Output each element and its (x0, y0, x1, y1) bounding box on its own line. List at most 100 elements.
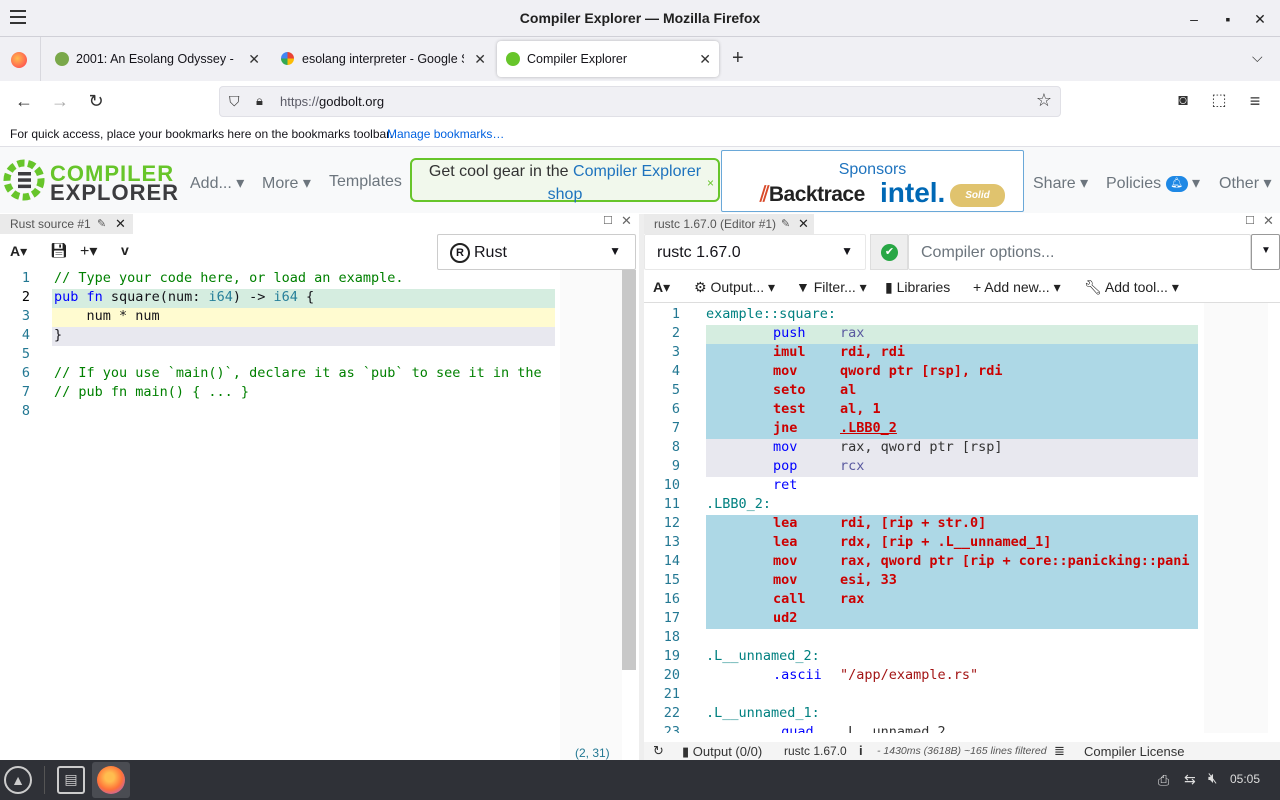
shop-link[interactable]: Compiler Explorer (573, 163, 701, 180)
list-all-tabs-icon[interactable]: ⌵ (1252, 49, 1263, 66)
compiler-pane-tab[interactable]: rustc 1.67.0 (Editor #1) ✎ ✕ (644, 214, 814, 234)
tab-esolang-odyssey[interactable]: 2001: An Esolang Odyssey - Es ✕ (46, 41, 268, 77)
more-menu[interactable]: More ▾ (262, 173, 311, 193)
shop-promo-banner[interactable]: Get cool gear in the Compiler Explorer s… (410, 158, 720, 203)
asm-instruction[interactable]: mov (773, 572, 797, 588)
minimap[interactable] (1204, 303, 1268, 733)
backtrace-logo[interactable]: ⫽Backtrace (760, 183, 865, 207)
tab-compiler-explorer[interactable]: Compiler Explorer ✕ (497, 41, 719, 77)
output-menu[interactable]: ⚙ Output... ▾ (694, 279, 775, 296)
new-tab-button[interactable]: + (732, 47, 744, 70)
close-tab-icon[interactable]: ✕ (248, 41, 260, 77)
pocket-icon[interactable]: ◙ (1172, 90, 1194, 112)
policies-menu[interactable]: Policies 🔔︎ ▾ (1106, 173, 1200, 193)
compile-success-icon[interactable]: ✔ (870, 234, 908, 270)
templates-link[interactable]: Templates (329, 173, 402, 191)
asm-operands[interactable]: rax (840, 591, 864, 607)
app-menu-icon[interactable]: ≡ (1244, 90, 1266, 112)
url-text[interactable]: https://godbolt.org (280, 94, 384, 109)
minimap[interactable] (560, 270, 622, 760)
firefox-taskbar-icon[interactable] (92, 762, 130, 798)
asm-instruction[interactable]: test (773, 401, 806, 417)
add-menu[interactable]: Add... ▾ (190, 173, 244, 193)
save-icon[interactable]: 💾︎ (50, 242, 68, 259)
bookmark-star-icon[interactable]: ☆ (1036, 90, 1052, 111)
source-pane-tab[interactable]: Rust source #1 ✎ ✕ (0, 214, 133, 234)
asm-operands[interactable]: "/app/example.rs" (840, 667, 978, 683)
asm-label[interactable]: .L__unnamed_2: (706, 648, 820, 664)
back-button[interactable]: ← (13, 90, 35, 112)
maximize-pane-icon[interactable]: ☐ (1245, 214, 1255, 227)
asm-instruction[interactable]: ud2 (773, 610, 797, 626)
asm-instruction[interactable]: mov (773, 553, 797, 569)
tab-google-search[interactable]: esolang interpreter - Google Se ✕ (272, 41, 494, 77)
asm-operands[interactable]: .L__unnamed_2 (840, 724, 946, 733)
other-menu[interactable]: Other ▾ (1219, 173, 1272, 193)
output-button[interactable]: ▮ Output (0/0) (682, 744, 762, 760)
close-pane-icon[interactable]: ✕ (798, 214, 809, 234)
asm-instruction[interactable]: jne (773, 420, 797, 436)
extensions-icon[interactable]: ⬚ (1208, 90, 1230, 112)
shop-link-2[interactable]: shop (548, 186, 583, 203)
recompile-icon[interactable]: ↻ (653, 743, 664, 759)
libraries-button[interactable]: ▮ Libraries (885, 279, 950, 296)
share-menu[interactable]: Share ▾ (1033, 173, 1088, 193)
vim-icon[interactable]: v (121, 242, 129, 258)
intel-logo[interactable]: intel. (880, 177, 945, 209)
firefox-view-icon[interactable] (11, 52, 27, 68)
sponsors-box[interactable]: Sponsors ⫽Backtrace intel. Solid Sands (721, 150, 1024, 224)
asm-instruction[interactable]: call (773, 591, 806, 607)
compiler-explorer-logo-icon[interactable] (3, 159, 45, 201)
asm-operands[interactable]: rdi, [rip + str.0] (840, 515, 986, 531)
close-pane-icon[interactable]: ✕ (621, 213, 632, 229)
filter-menu[interactable]: ▼ Filter... ▾ (796, 279, 867, 296)
asm-instruction[interactable]: seto (773, 382, 806, 398)
lock-icon[interactable]: 🔒︎ (256, 93, 263, 109)
asm-instruction[interactable]: lea (773, 534, 797, 550)
code-line[interactable]: // pub fn main() { ... } (54, 384, 249, 400)
asm-operands[interactable]: qword ptr [rsp], rdi (840, 363, 1003, 379)
compiler-license-link[interactable]: Compiler License (1084, 744, 1184, 759)
asm-operands[interactable]: rcx (840, 458, 864, 474)
asm-operands[interactable]: rax, qword ptr [rip + core::panicking::p… (840, 553, 1190, 569)
code-line[interactable]: num * num (54, 308, 160, 324)
asm-operands[interactable]: rax (840, 325, 864, 341)
code-line[interactable]: // Type your code here, or load an examp… (54, 270, 404, 286)
shield-icon[interactable]: ⛉ (229, 93, 240, 110)
asm-operands[interactable]: rdi, rdi (840, 344, 905, 360)
maximize-pane-icon[interactable]: ☐ (603, 214, 613, 227)
asm-label[interactable]: example::square: (706, 306, 836, 322)
close-tab-icon[interactable]: ✕ (474, 41, 486, 77)
volume-muted-icon[interactable]: 🔇︎ (1208, 770, 1217, 787)
asm-instruction[interactable]: .ascii (773, 667, 822, 683)
asm-instruction[interactable]: pop (773, 458, 797, 474)
file-manager-icon[interactable]: ▤ (57, 766, 85, 794)
compiler-select[interactable]: rustc 1.67.0 ▼ (644, 234, 866, 270)
asm-label[interactable]: .LBB0_2: (706, 496, 771, 512)
asm-operands[interactable]: rdx, [rip + .L__unnamed_1] (840, 534, 1051, 550)
asm-instruction[interactable]: imul (773, 344, 806, 360)
assembly-output-area[interactable]: 1 example::square: 2 push rax 3 imul rdi, rdi 4 m… (644, 303, 1200, 733)
asm-operands[interactable]: .LBB0_2 (840, 420, 897, 436)
asm-instruction[interactable]: push (773, 325, 806, 341)
edit-title-icon[interactable]: ✎ (97, 214, 106, 234)
forward-button[interactable]: → (49, 90, 71, 112)
asm-instruction[interactable]: mov (773, 439, 797, 455)
asm-operands[interactable]: rax, qword ptr [rsp] (840, 439, 1003, 455)
asm-instruction[interactable]: lea (773, 515, 797, 531)
add-icon[interactable]: +▾ (80, 241, 97, 261)
info-icon[interactable]: i (859, 743, 863, 758)
code-line[interactable]: } (54, 327, 62, 343)
close-pane-icon[interactable]: ✕ (115, 214, 126, 234)
asm-operands[interactable]: al, 1 (840, 401, 881, 417)
asm-label[interactable]: .L__unnamed_1: (706, 705, 820, 721)
code-line[interactable]: pub fn square(num: i64) -> i64 { (54, 289, 314, 305)
close-tab-icon[interactable]: ✕ (699, 41, 711, 77)
asm-instruction[interactable]: ret (773, 477, 797, 493)
add-new-menu[interactable]: + Add new... ▾ (973, 279, 1061, 296)
edit-title-icon[interactable]: ✎ (781, 214, 790, 234)
scrollbar[interactable] (622, 270, 636, 670)
source-code-area[interactable]: 1 // Type your code here, or load an exam… (0, 270, 555, 760)
reload-button[interactable]: ↻ (85, 90, 107, 112)
app-launcher-icon[interactable]: ▲ (4, 766, 32, 794)
